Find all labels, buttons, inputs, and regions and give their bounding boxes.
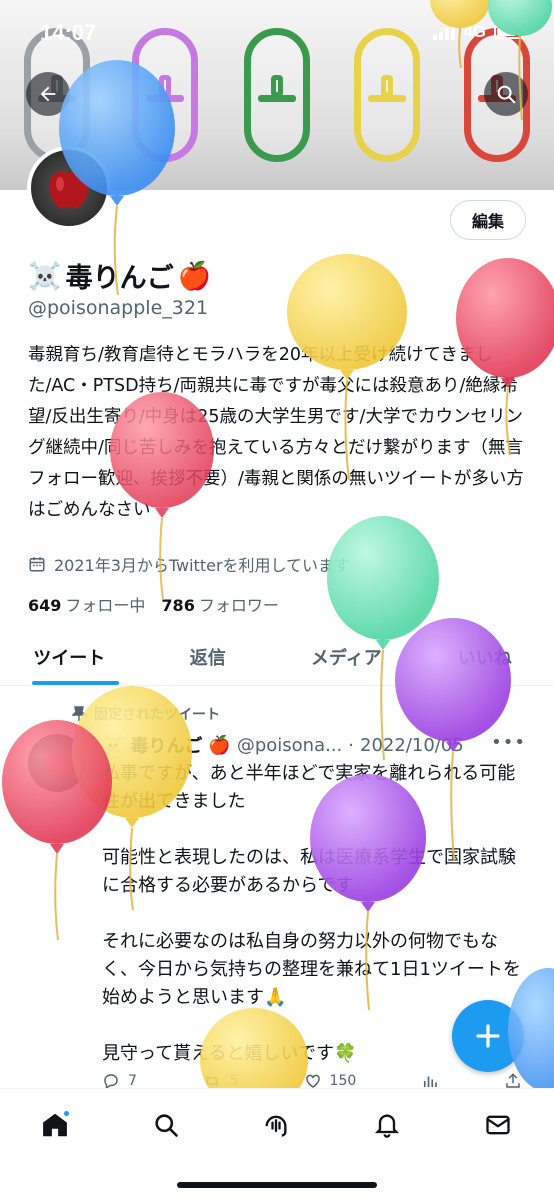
profile-handle: @poisonapple_321	[28, 297, 209, 319]
search-button[interactable]	[484, 72, 528, 116]
arrow-left-icon	[40, 86, 56, 102]
tweet-date[interactable]: 2022/10/05	[360, 735, 464, 756]
follow-stats: 649 フォロー中 786 フォロワー	[28, 592, 279, 616]
battery-icon	[494, 25, 527, 39]
notification-dot	[62, 1109, 71, 1118]
more-options-icon[interactable]: •••	[491, 732, 526, 753]
tweet-avatar[interactable]	[28, 734, 86, 792]
apple-emoji: 🍎	[208, 734, 231, 756]
back-button[interactable]	[26, 72, 70, 116]
apple-emoji: 🍎	[177, 260, 212, 292]
nav-notifications[interactable]	[367, 1105, 407, 1145]
search-icon	[155, 1114, 178, 1137]
nav-home[interactable]	[35, 1105, 75, 1145]
apple-icon	[43, 745, 71, 777]
status-bar: 14:07 4G	[0, 0, 554, 62]
tweet-separator: ·	[348, 734, 355, 756]
notifications-icon	[374, 1114, 400, 1138]
pin-icon	[72, 706, 86, 721]
tweet-header: ☠️ 毒りんご 🍎 @poisona... · 2022/10/05	[102, 732, 532, 758]
plus-icon	[476, 1024, 500, 1048]
tweet-paragraph: それに必要なのは私自身の努力以外の何物でもなく、今日から気持ちの整理を兼ねて1日…	[102, 931, 521, 1008]
tweet-author-handle: @poisona...	[236, 734, 343, 756]
profile-bio: 毒親育ち/教育虐待とモラハラを20年以上受け続けてきました/AC・PTSD持ち/…	[28, 345, 524, 520]
apple-icon	[49, 161, 89, 209]
profile-tabs: ツイート 返信 メディア いいね	[0, 628, 554, 686]
display-name-text: 毒りんご	[65, 263, 174, 294]
search-icon	[497, 85, 516, 104]
joined-text: 2021年3月からTwitterを利用しています	[54, 556, 351, 575]
tab-likes[interactable]: いいね	[416, 628, 554, 685]
tweet-paragraph: 私事ですが、あと半年ほどで実家を離れられる可能性が出てきました	[102, 763, 516, 812]
tweet-paragraph: 可能性と表現したのは、私は医療系学生で国家試験に合格する必要があるからです	[102, 847, 516, 896]
nav-messages[interactable]	[478, 1105, 518, 1145]
tab-tweets[interactable]: ツイート	[0, 628, 139, 685]
tab-media[interactable]: メディア	[277, 628, 416, 685]
avatar[interactable]	[27, 146, 111, 230]
home-indicator	[177, 1182, 377, 1188]
signal-icon	[433, 24, 456, 40]
retweet-count: 5	[229, 1073, 239, 1089]
pinned-label: 固定されたツイート	[94, 707, 220, 723]
tab-replies[interactable]: 返信	[139, 628, 278, 685]
display-name: ☠️ 毒りんご 🍎	[28, 256, 211, 295]
edit-profile-button[interactable]: 編集	[450, 200, 526, 240]
skull-emoji: ☠️	[28, 260, 62, 292]
messages-icon	[486, 1115, 510, 1135]
like-count: 150	[329, 1073, 357, 1089]
reply-count: 7	[128, 1073, 137, 1089]
nav-spaces[interactable]	[256, 1105, 296, 1145]
spaces-icon	[265, 1115, 287, 1137]
compose-tweet-button[interactable]	[452, 1000, 524, 1072]
following-link[interactable]: 649 フォロー中	[28, 592, 145, 616]
calendar-icon	[29, 557, 45, 572]
status-indicators: 4G	[433, 22, 527, 42]
status-time: 14:07	[40, 20, 97, 45]
pinned-indicator: 固定されたツイート	[72, 704, 220, 724]
joined-date: 2021年3月からTwitterを利用しています	[28, 552, 350, 576]
skull-emoji: ☠️	[102, 734, 125, 756]
tweet-author-name[interactable]: 毒りんご	[130, 732, 202, 758]
network-type: 4G	[463, 22, 486, 41]
nav-search[interactable]	[146, 1105, 186, 1145]
followers-link[interactable]: 786 フォロワー	[161, 592, 278, 616]
